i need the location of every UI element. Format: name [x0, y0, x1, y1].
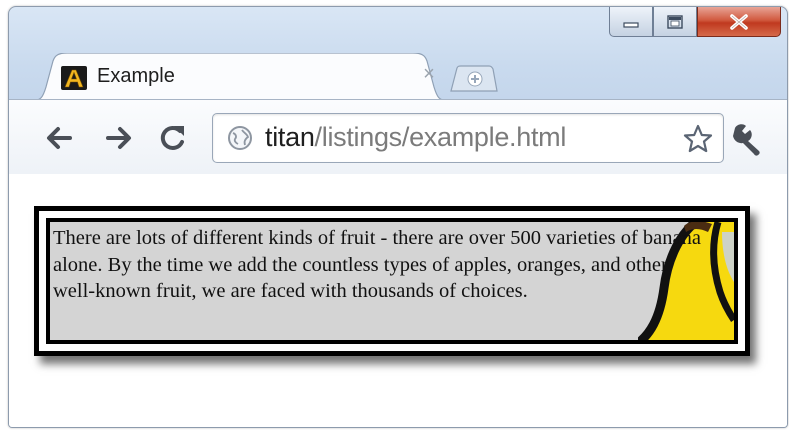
close-icon [730, 13, 748, 30]
forward-button[interactable] [101, 122, 137, 154]
plus-icon [467, 71, 483, 87]
reload-icon [160, 125, 184, 150]
favicon-a-icon [64, 69, 84, 88]
tab-title: Example [97, 65, 175, 87]
star-icon[interactable] [683, 124, 713, 154]
browser-toolbar: titan/listings/example.html [9, 99, 787, 175]
back-arrow-icon [47, 127, 72, 149]
minimize-icon [623, 21, 639, 28]
tab-close-button[interactable]: × [419, 63, 439, 86]
new-tab-button[interactable] [445, 65, 501, 93]
paragraph-box: There are lots of different kinds of fru… [46, 218, 738, 344]
favicon [61, 66, 87, 90]
close-window-button[interactable] [697, 7, 781, 37]
forward-arrow-icon [106, 127, 131, 149]
url-host: titan [265, 122, 315, 152]
browser-window: Example × titan/listings/example.html Th… [8, 6, 788, 428]
paragraph-text: There are lots of different kinds of fru… [53, 227, 701, 302]
page-content: There are lots of different kinds of fru… [9, 174, 787, 427]
wrench-icon[interactable] [729, 122, 765, 156]
window-caption-buttons [609, 7, 781, 41]
globe-icon [228, 126, 252, 150]
paragraph-outer-border: There are lots of different kinds of fru… [34, 206, 750, 356]
maximize-button[interactable] [653, 7, 697, 37]
tab-example[interactable]: Example × [31, 53, 449, 101]
url-path: /listings/example.html [314, 122, 567, 152]
back-button[interactable] [41, 122, 77, 154]
url-text: titan/listings/example.html [265, 122, 566, 153]
reload-button[interactable] [155, 122, 191, 154]
minimize-button[interactable] [609, 7, 653, 37]
tab-shape [31, 53, 449, 101]
address-bar[interactable]: titan/listings/example.html [212, 113, 724, 163]
maximize-icon [667, 14, 683, 29]
